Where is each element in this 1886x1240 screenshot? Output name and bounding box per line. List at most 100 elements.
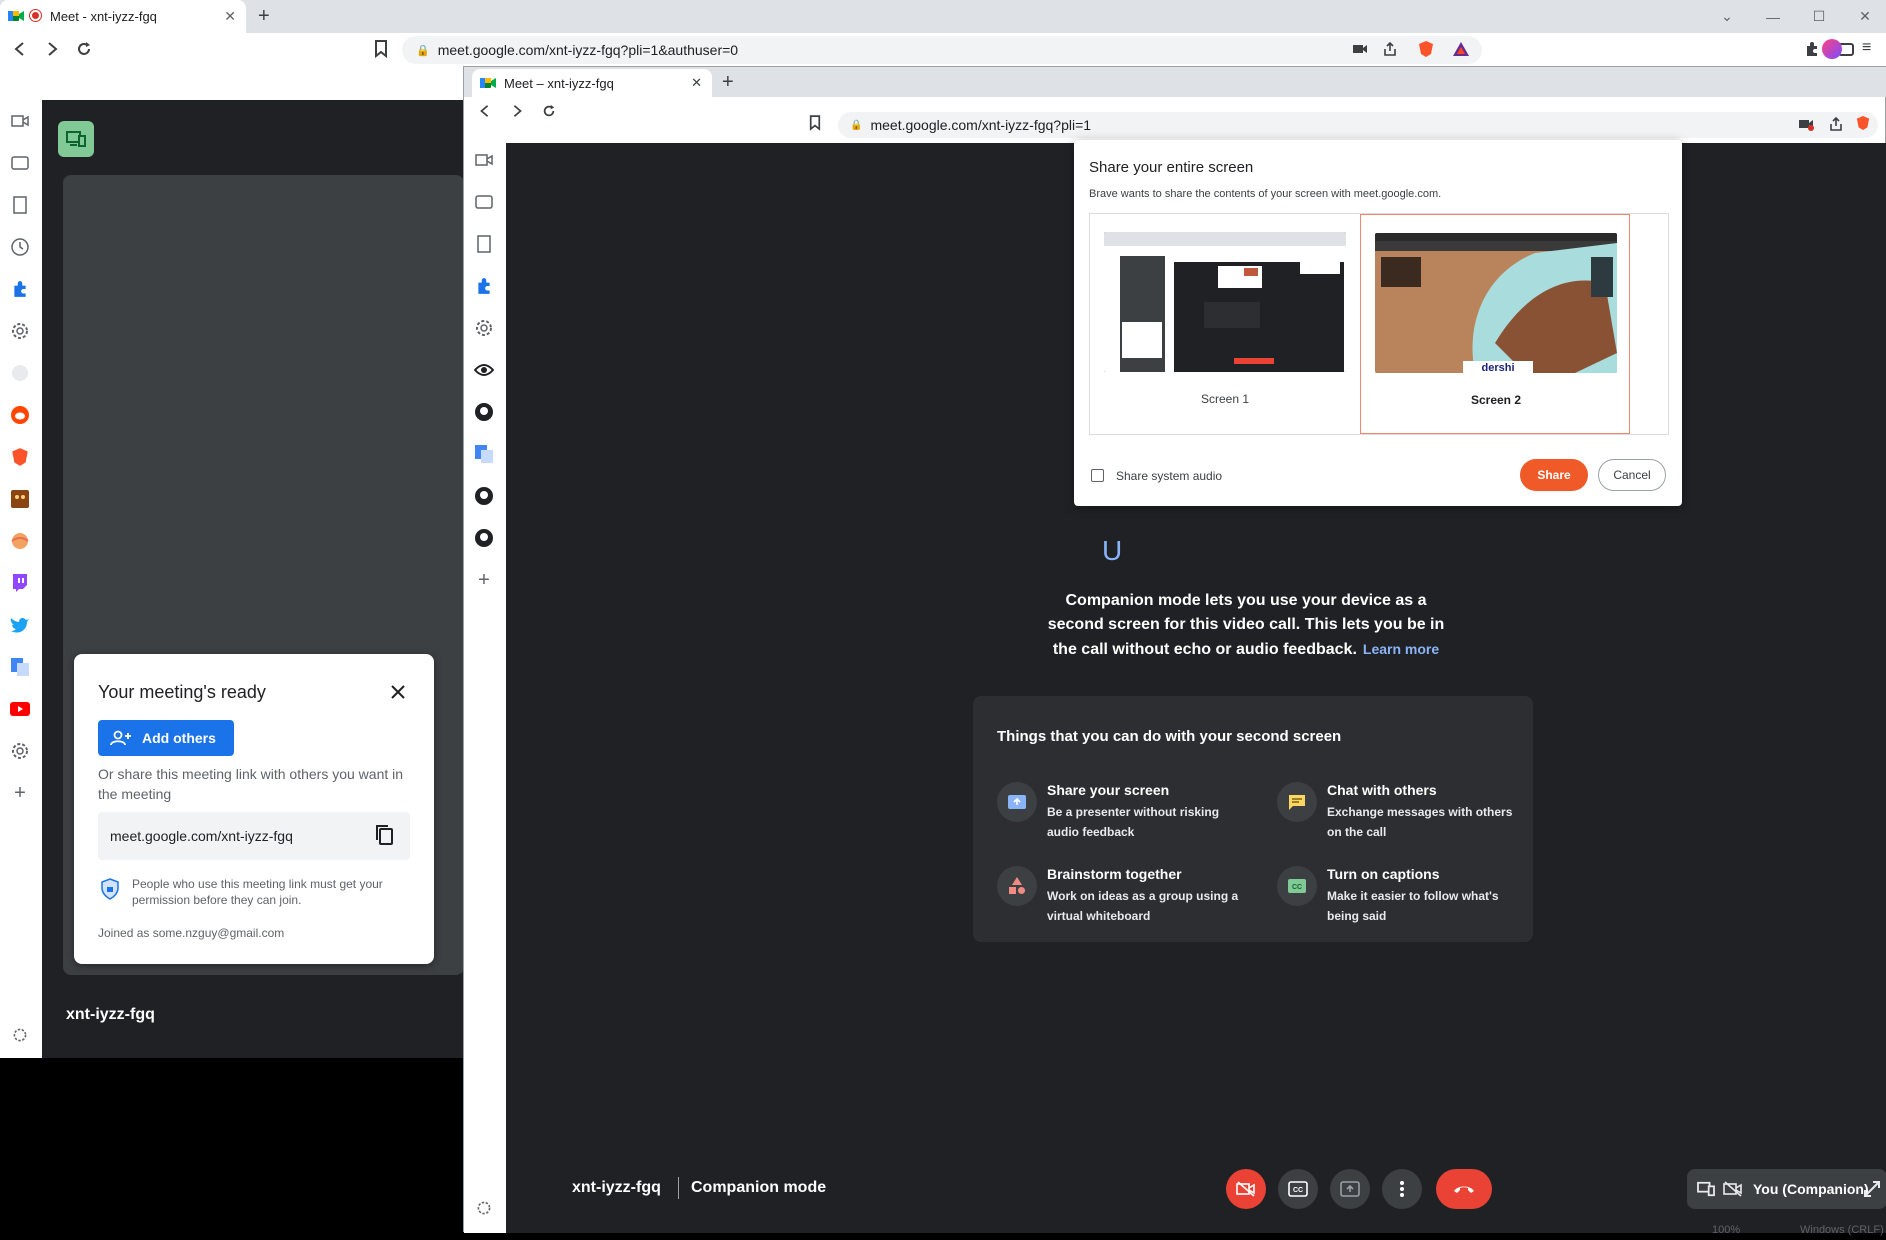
screen-2-thumb-text: dershi [1481, 362, 1514, 373]
sidebar-wallet-icon[interactable] [9, 152, 31, 174]
sidebar-github3-icon[interactable] [473, 527, 495, 549]
copy-icon[interactable] [374, 824, 394, 846]
sidebar-add-icon[interactable]: + [473, 569, 495, 591]
tab-search-icon[interactable]: ⌄ [1704, 0, 1750, 33]
feature-title: Share your screen [1047, 782, 1170, 798]
sidebar-github-icon[interactable] [473, 401, 495, 423]
sidebar-settings-icon[interactable] [473, 317, 495, 339]
sidebar-extensions-icon[interactable] [473, 275, 495, 297]
screen-option-1[interactable]: Screen 1 [1090, 214, 1360, 434]
back-tabstrip: Meet - xnt-iyzz-fgq ✕ + ⌄ — ☐ ✕ [0, 0, 1886, 33]
brave-shields-icon[interactable] [1418, 40, 1434, 58]
screen-option-2[interactable]: dershi Screen 2 [1360, 214, 1630, 434]
screen-2-thumbnail: dershi [1375, 233, 1617, 373]
screen-2-label: Screen 2 [1470, 393, 1522, 407]
sidebar-twitch-icon[interactable] [9, 572, 31, 594]
self-tile[interactable]: You (Companion) [1687, 1169, 1886, 1209]
sidebar-reading-list-icon[interactable] [473, 233, 495, 255]
sidebar-github-icon[interactable] [9, 362, 31, 384]
new-tab-icon[interactable]: + [722, 71, 734, 94]
share-icon[interactable] [1382, 41, 1398, 57]
more-options-button[interactable] [1382, 1169, 1422, 1209]
camera-indicator-icon[interactable] [1352, 42, 1368, 56]
sidebar-add-icon[interactable]: + [9, 782, 31, 804]
more-vert-icon [1400, 1181, 1404, 1197]
share-audio-label: Share system audio [1116, 469, 1223, 483]
camera-off-icon [1236, 1181, 1255, 1197]
sidebar-settings2-icon[interactable] [9, 740, 31, 762]
bookmark-icon[interactable] [809, 115, 821, 131]
forward-icon[interactable] [44, 41, 60, 57]
sidebar-history-icon[interactable] [9, 236, 31, 258]
captions-icon: CC [1288, 1181, 1308, 1197]
back-omnibox[interactable]: 🔒 meet.google.com/xnt-iyzz-fgq?pli=1&aut… [402, 36, 1482, 64]
share-icon[interactable] [1828, 116, 1844, 132]
close-icon[interactable]: ✕ [691, 75, 702, 91]
back-icon[interactable] [12, 41, 28, 57]
camera-toggle-button[interactable] [1226, 1169, 1266, 1209]
back-icon[interactable] [478, 104, 492, 118]
share-button[interactable]: Share [1520, 459, 1588, 491]
learn-more-link[interactable]: Learn more [1363, 641, 1439, 657]
present-button[interactable] [1330, 1169, 1370, 1209]
share-dialog-description: Brave wants to share the contents of you… [1089, 188, 1442, 200]
cancel-button[interactable]: Cancel [1598, 459, 1666, 491]
leave-call-button[interactable] [1436, 1169, 1492, 1209]
svg-text:CC: CC [1292, 884, 1302, 891]
front-tab[interactable]: Meet – xnt-iyzz-fgq ✕ [472, 69, 712, 97]
maximize-icon[interactable]: ☐ [1796, 0, 1842, 33]
sidebar-wallet-icon[interactable] [473, 191, 495, 213]
bookmark-icon[interactable] [374, 40, 388, 58]
expand-icon[interactable] [1863, 1180, 1881, 1198]
sidebar-github2-icon[interactable] [473, 485, 495, 507]
sidebar-settings-icon[interactable] [9, 320, 31, 342]
extensions-icon[interactable] [1804, 41, 1820, 57]
share-screen-dialog: Share your entire screen Brave wants to … [1074, 140, 1682, 506]
sidebar-reading-list-icon[interactable] [9, 194, 31, 216]
profile-avatar[interactable] [1822, 39, 1842, 59]
back-tab[interactable]: Meet - xnt-iyzz-fgq ✕ [0, 0, 246, 33]
sidebar-reddit-icon[interactable] [9, 404, 31, 426]
second-screen-card: Things that you can do with your second … [973, 696, 1533, 942]
front-sidebar: + [464, 143, 506, 1233]
sidebar-brave-icon[interactable] [9, 446, 31, 468]
sidebar-extensions-icon[interactable] [9, 278, 31, 300]
camera-blocked-icon[interactable] [1798, 117, 1814, 131]
lock-icon: 🔒 [416, 44, 430, 57]
sidebar-eye-icon[interactable] [473, 359, 495, 381]
add-others-button[interactable]: Add others [98, 720, 234, 756]
share-audio-checkbox[interactable] [1091, 469, 1104, 482]
new-tab-icon[interactable]: + [258, 5, 270, 28]
captions-button[interactable]: CC [1278, 1169, 1318, 1209]
forward-icon[interactable] [510, 104, 524, 118]
brave-shields-icon[interactable] [1856, 115, 1870, 131]
sidebar-ball-icon[interactable] [9, 530, 31, 552]
reload-icon[interactable] [542, 104, 556, 118]
menu-icon[interactable]: ≡ [1862, 39, 1871, 57]
close-icon[interactable] [386, 680, 410, 704]
sidebar-translate-icon[interactable] [473, 443, 495, 465]
self-tile-label: You (Companion) [1753, 1181, 1869, 1197]
reload-icon[interactable] [76, 41, 92, 57]
companion-device-icon[interactable] [58, 121, 94, 157]
sidebar-twitter-icon[interactable] [9, 614, 31, 636]
meeting-link: meet.google.com/xnt-iyzz-fgq [110, 828, 293, 844]
sidebar-bottom-settings-icon[interactable] [9, 1024, 31, 1046]
back-tab-title: Meet - xnt-iyzz-fgq [50, 9, 157, 24]
svg-text:CC: CC [1293, 1187, 1303, 1194]
sidebar-video-icon[interactable] [473, 149, 495, 171]
sidebar-translate-icon[interactable] [9, 656, 31, 678]
front-omnibox[interactable]: 🔒 meet.google.com/xnt-iyzz-fgq?pli=1 [838, 112, 1878, 138]
brave-rewards-icon[interactable] [1452, 41, 1470, 57]
close-icon[interactable]: ✕ [224, 8, 236, 25]
sidebar-video-icon[interactable] [9, 110, 31, 132]
sidebar-game-icon[interactable] [9, 488, 31, 510]
lock-icon: 🔒 [850, 119, 863, 131]
window-close-icon[interactable]: ✕ [1842, 0, 1886, 33]
meet-favicon [8, 9, 24, 23]
sidebar-youtube-icon[interactable] [9, 698, 31, 720]
minimize-icon[interactable]: — [1750, 0, 1796, 33]
sidebar-bottom-settings-icon[interactable] [473, 1197, 495, 1219]
companion-description: Companion mode lets you use your device … [1046, 589, 1446, 662]
meeting-link-box[interactable]: meet.google.com/xnt-iyzz-fgq [98, 812, 410, 860]
